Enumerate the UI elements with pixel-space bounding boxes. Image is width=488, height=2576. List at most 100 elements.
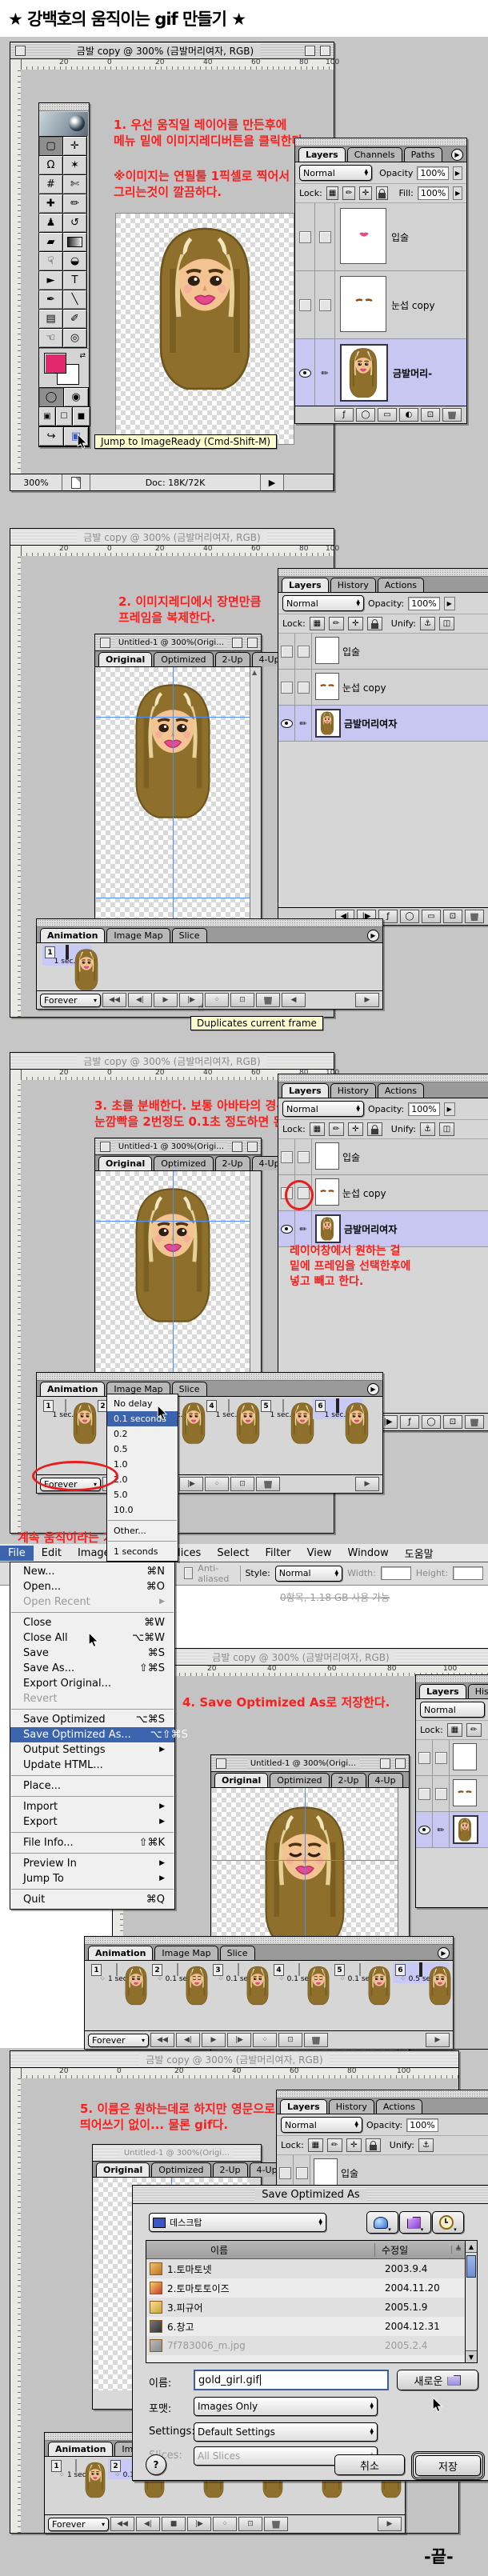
layer-name[interactable]: 입술 [342,634,360,669]
frame-thumbnail[interactable] [228,1399,230,1412]
frame-1[interactable]: 1 1 sec. [41,1398,90,1419]
type-tool[interactable]: T [62,270,87,290]
help-button[interactable]: ? [146,2454,166,2475]
file-row[interactable]: 1.토마토넷2003.9.4 [146,2259,465,2278]
delay-1.0[interactable]: 1.0 [107,1457,178,1472]
layer-thumbnail[interactable] [453,1743,477,1770]
lock-transparency-button[interactable]: ▦ [326,186,339,200]
layer-row-lips[interactable]: 입술 [278,634,488,670]
frame-thumbnail[interactable] [65,1399,66,1412]
tween-button[interactable]: ⁘ [253,2033,277,2047]
tab-optimized[interactable]: Optimized [151,2162,210,2177]
tab-optimized[interactable]: Optimized [154,1156,213,1170]
zoom-box-icon[interactable] [380,1758,390,1769]
lock-paint-button[interactable]: ✏ [342,186,355,200]
frame-4[interactable]: 4 0.1 sec. [271,1962,327,1983]
width-field[interactable] [381,1566,411,1580]
scroll-right-icon[interactable]: ▶ [426,2033,450,2047]
frame-thumbnail[interactable] [116,1963,118,1976]
layer-style-button[interactable]: ƒ [400,1415,419,1429]
lock-all-button[interactable] [367,1122,382,1136]
new-layer-button[interactable]: ⊡ [443,910,462,923]
lock-all-button[interactable] [367,617,382,630]
magic-wand-tool[interactable]: ✶ [62,155,87,175]
stop-button[interactable]: ■ [162,2517,186,2531]
gradient-tool[interactable] [62,232,87,252]
close-box-icon[interactable] [100,638,110,648]
menu-filter[interactable]: Filter [257,1546,298,1561]
frame-5[interactable]: 5 0.1 sec. [332,1962,388,1983]
layer-row-lips[interactable]: 입술 [278,1139,488,1175]
link-checkbox[interactable] [319,231,331,243]
lock-position-button[interactable]: ✛ [348,617,363,630]
tab-layers[interactable]: Layers [419,1684,466,1698]
opacity-slider-icon[interactable]: ▶ [453,166,462,180]
quick-mask-button[interactable]: ◉ [63,387,89,407]
palette-grab-bar[interactable] [278,569,488,577]
menu-help[interactable]: 도움말 [397,1544,442,1562]
palette-grab-bar[interactable] [416,1675,488,1683]
unify-visibility-button[interactable]: ◫ [439,617,454,630]
eye-icon[interactable] [281,719,293,728]
zoom-box-icon[interactable] [305,46,315,56]
layer-thumbnail[interactable] [340,276,386,332]
menu-item-save[interactable]: Save⌘S [10,1646,174,1661]
recent-button[interactable]: ▾ [432,2211,464,2234]
tab-original[interactable]: Original [98,652,152,666]
layer-mask-button[interactable]: ◯ [356,408,375,422]
crop-tool[interactable]: # [38,174,63,194]
zoom-box-icon[interactable] [232,1142,242,1152]
layer-thumbnail[interactable] [315,709,341,738]
prev-frame-button[interactable]: ◀| [128,993,152,1007]
tab-actions[interactable]: Actions [376,2099,422,2114]
tab-history[interactable]: History [468,1684,488,1698]
vertical-scrollbar[interactable]: ▲▼ [250,667,261,949]
close-box-icon[interactable] [216,1758,226,1769]
menu-item-open[interactable]: Open...⌘O [10,1579,174,1594]
window-titlebar[interactable]: 금발 copy @ 300% (금발머리여자, RGB) [10,2051,458,2068]
toolbox-grab-bar[interactable] [39,103,89,111]
eye-icon[interactable] [281,1225,293,1234]
file-row[interactable]: 6.창고2004.12.31 [146,2317,465,2336]
palette-grab-bar[interactable] [85,1937,453,1945]
doc-canvas[interactable] [96,667,250,949]
blend-mode-select[interactable]: Normal [281,2117,362,2133]
blend-mode-select[interactable]: Normal [282,1101,364,1117]
unify-position-button[interactable]: ⚓ [420,1122,435,1136]
delay-0.2[interactable]: 0.2 [107,1426,178,1442]
layer-thumbnail[interactable] [453,1815,478,1844]
clone-stamp-tool[interactable]: ♟ [38,213,63,233]
layer-thumbnail[interactable] [340,344,388,402]
link-checkbox[interactable] [435,1788,447,1800]
frame-thumbnail[interactable] [75,2459,77,2472]
menu-item-export[interactable]: Export [10,1814,174,1830]
file-row[interactable]: 2.토마토토이즈2004.11.20 [146,2278,465,2298]
layer-row-brows[interactable] [416,1776,488,1812]
frame-4[interactable]: 4 1 sec. [204,1398,254,1419]
opacity-slider-icon[interactable]: ▶ [444,597,455,610]
frame-3[interactable]: 3 0.1 sec. [210,1962,266,1983]
new-folder-button[interactable]: 새로운 [397,2370,478,2390]
layer-row-girl[interactable]: ✏ 금발머리- [295,339,466,407]
frame-thumbnail[interactable] [177,1963,178,1976]
rectangular-marquee-tool[interactable]: ▢ [38,136,63,156]
delete-frame-button[interactable] [256,1477,280,1491]
menu-item-update-html[interactable]: Update HTML... [10,1758,174,1773]
close-box-icon[interactable] [15,46,26,56]
column-date[interactable]: 수정일 [374,2243,451,2257]
doc-titlebar[interactable]: Untitled-1 @ 300%(Origi… [95,1138,261,1155]
frame-1[interactable]: 1 1 sec. [49,2458,103,2479]
delay-0.5[interactable]: 0.5 [107,1442,178,1457]
zoom-level[interactable]: 300% [10,474,62,490]
layer-thumbnail[interactable] [315,1142,339,1170]
fill-slider-icon[interactable]: ▶ [453,186,462,200]
loop-select[interactable]: Forever▾ [88,2034,149,2047]
menu-item-file-info[interactable]: File Info...⇧⌘K [10,1835,174,1850]
palette-grab-bar[interactable] [278,1074,488,1082]
lock-transparency-button[interactable]: ▦ [447,1723,462,1737]
screen-mode-full-button[interactable]: ■ [72,406,90,426]
doc-titlebar[interactable]: Untitled-1 @ 300%(Origi… [93,2145,261,2162]
eye-icon[interactable] [418,1826,430,1834]
sort-order-icon[interactable]: ≜ [451,2246,465,2254]
tab-channels[interactable]: Channels [347,147,402,162]
